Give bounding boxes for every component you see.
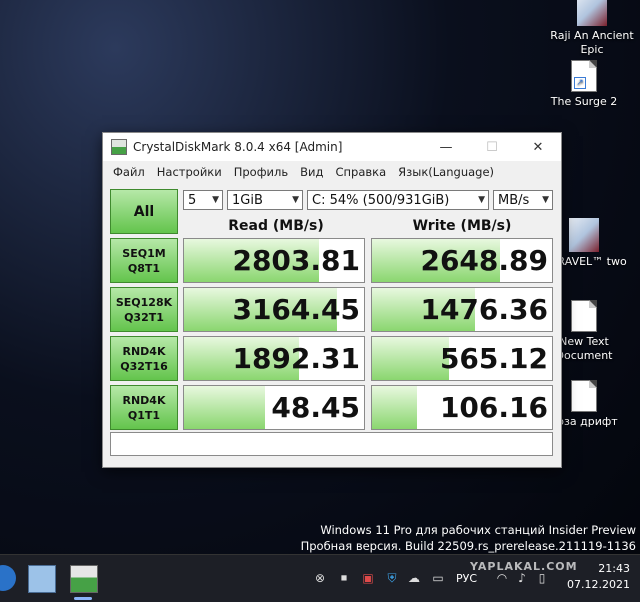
row-label-line2: Q1T1 <box>127 408 161 422</box>
comment-input[interactable] <box>110 432 553 456</box>
maximize-icon: ☐ <box>486 139 498 155</box>
unit-value: MB/s <box>498 192 530 208</box>
unit-select[interactable]: MB/s ▼ <box>493 190 553 210</box>
clock[interactable]: 21:43 07.12.2021 <box>567 561 630 593</box>
row-label-line1: RND4K <box>122 344 166 358</box>
minimize-icon: — <box>439 139 453 155</box>
close-button[interactable]: ✕ <box>515 133 561 161</box>
desktop-icon-raji[interactable]: Raji An Ancient Epic <box>548 0 636 57</box>
desktop-icon-surge2[interactable]: ↗ The Surge 2 <box>540 60 628 109</box>
drive-select[interactable]: C: 54% (500/931GiB) ▼ <box>307 190 489 210</box>
shield-icon[interactable]: ⛨ <box>384 570 400 586</box>
read-progress-bar <box>184 386 265 429</box>
app-icon-blue[interactable] <box>0 565 16 591</box>
title-bar[interactable]: CrystalDiskMark 8.0.4 x64 [Admin] — ☐ ✕ <box>103 133 561 161</box>
cloud-icon[interactable]: ☁ <box>406 570 422 586</box>
windows-build-watermark: Windows 11 Pro для рабочих станций Insid… <box>301 522 636 554</box>
write-value: 106.16 <box>439 391 548 424</box>
window-title: CrystalDiskMark 8.0.4 x64 [Admin] <box>133 140 343 154</box>
menu-file[interactable]: Файл <box>107 165 151 179</box>
write-value: 1476.36 <box>420 293 548 326</box>
read-result-cell: 48.45 <box>183 385 365 430</box>
read-header: Read (MB/s) <box>228 218 324 234</box>
watermark-line2: Пробная версия. Build 22509.rs_prereleas… <box>300 539 636 553</box>
game-shortcut-icon <box>569 218 599 252</box>
write-value: 2648.89 <box>420 244 548 277</box>
close-icon: ✕ <box>532 139 544 155</box>
write-header: Write (MB/s) <box>412 218 512 234</box>
row-label-line1: SEQ128K <box>115 295 173 309</box>
read-result-cell: 1892.31 <box>183 336 365 381</box>
row-button-seq128k-q32t1[interactable]: SEQ128K Q32T1 <box>110 287 178 332</box>
app-tray-icon[interactable]: ▣ <box>360 570 376 586</box>
chevron-down-icon: ▼ <box>478 195 485 205</box>
menu-view[interactable]: Вид <box>294 165 329 179</box>
menu-language[interactable]: Язык(Language) <box>392 165 500 179</box>
site-watermark: YAPLAKAL.COM <box>470 560 578 573</box>
desktop-icon-label: Raji An Ancient Epic <box>550 29 634 56</box>
read-value: 1892.31 <box>232 342 360 375</box>
chevron-down-icon: ▼ <box>212 195 219 205</box>
row-label-line1: RND4K <box>122 393 166 407</box>
all-button[interactable]: All <box>110 189 178 234</box>
write-result-cell: 565.12 <box>371 336 553 381</box>
count-value: 5 <box>188 192 197 208</box>
monitor-app-icon[interactable] <box>28 565 56 593</box>
crystaldiskmark-window: CrystalDiskMark 8.0.4 x64 [Admin] — ☐ ✕ … <box>102 132 562 468</box>
row-button-rnd4k-q1t1[interactable]: RND4K Q1T1 <box>110 385 178 430</box>
crystaldiskmark-taskbar-icon[interactable] <box>70 565 98 593</box>
write-progress-bar <box>372 337 450 380</box>
chevron-down-icon: ▼ <box>292 195 299 205</box>
menu-settings[interactable]: Настройки <box>151 165 228 179</box>
crystaldiskmark-app-icon <box>111 139 127 155</box>
row-label-line2: Q32T16 <box>120 359 168 373</box>
write-result-cell: 106.16 <box>371 385 553 430</box>
row-button-seq1m-q8t1[interactable]: SEQ1M Q8T1 <box>110 238 178 283</box>
menu-profile[interactable]: Профиль <box>228 165 294 179</box>
language-indicator[interactable]: РУС <box>456 572 477 585</box>
clock-date: 07.12.2021 <box>567 578 630 591</box>
write-value: 565.12 <box>439 342 548 375</box>
menu-bar: Файл Настройки Профиль Вид Справка Язык(… <box>103 161 561 183</box>
menu-help[interactable]: Справка <box>329 165 392 179</box>
read-value: 48.45 <box>271 391 360 424</box>
watermark-line1: Windows 11 Pro для рабочих станций Insid… <box>320 523 636 537</box>
row-label-line2: Q32T1 <box>124 310 164 324</box>
write-result-cell: 1476.36 <box>371 287 553 332</box>
clock-time: 21:43 <box>598 562 630 575</box>
desktop-icon-label: The Surge 2 <box>550 95 618 108</box>
read-value: 3164.45 <box>232 293 360 326</box>
write-progress-bar <box>372 386 417 429</box>
game-shortcut-icon <box>577 0 607 26</box>
xbox-icon[interactable]: ⊗ <box>312 570 328 586</box>
row-label-line1: SEQ1M <box>122 246 166 260</box>
size-select[interactable]: 1GiB ▼ <box>227 190 303 210</box>
text-file-icon <box>571 380 597 412</box>
read-value: 2803.81 <box>232 244 360 277</box>
drive-value: C: 54% (500/931GiB) <box>312 192 450 208</box>
size-value: 1GiB <box>232 192 263 208</box>
row-label-line2: Q8T1 <box>127 261 161 275</box>
read-result-cell: 3164.45 <box>183 287 365 332</box>
shortcut-arrow-icon: ↗ <box>574 77 586 89</box>
epic-games-icon[interactable]: ◼ <box>336 570 352 586</box>
write-result-cell: 2648.89 <box>371 238 553 283</box>
active-indicator <box>74 597 92 600</box>
display-icon[interactable]: ▭ <box>430 570 446 586</box>
file-shortcut-icon: ↗ <box>571 60 597 92</box>
minimize-button[interactable]: — <box>423 133 469 161</box>
text-file-icon <box>571 300 597 332</box>
row-button-rnd4k-q32t16[interactable]: RND4K Q32T16 <box>110 336 178 381</box>
read-result-cell: 2803.81 <box>183 238 365 283</box>
maximize-button[interactable]: ☐ <box>469 133 515 161</box>
count-select[interactable]: 5 ▼ <box>183 190 223 210</box>
taskbar: ⊗ ◼ ▣ ⛨ ☁ ▭ РУС ◠ ♪ ▯ YAPLAKAL.COM 21:43… <box>0 554 640 602</box>
chevron-down-icon: ▼ <box>542 195 549 205</box>
